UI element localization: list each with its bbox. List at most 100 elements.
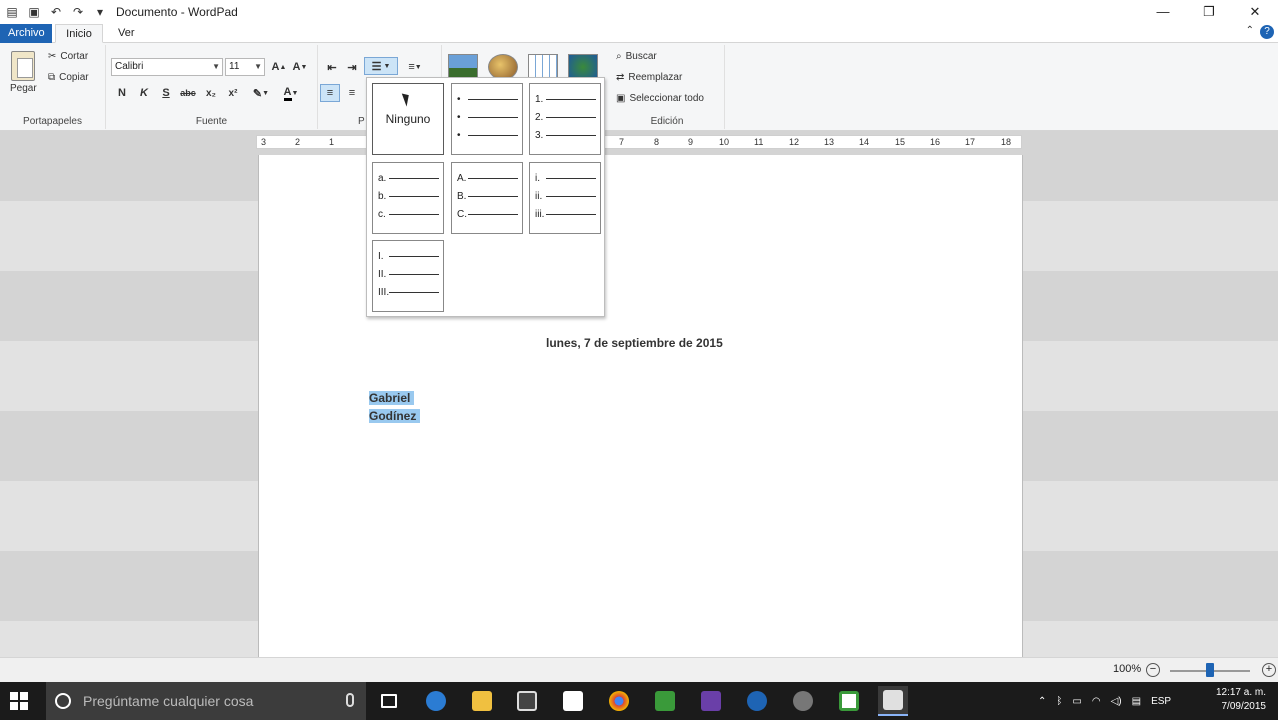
notifications-icon[interactable]: ▤ xyxy=(1132,696,1141,707)
align-left-icon[interactable]: ≡ xyxy=(320,84,340,102)
collapse-ribbon-icon[interactable]: ⌃ xyxy=(1246,25,1254,36)
tab-home[interactable]: Inicio xyxy=(55,24,103,43)
wordpad-taskbar-icon[interactable] xyxy=(878,686,908,716)
list-style-button[interactable]: ☰ ▼ xyxy=(364,57,398,75)
zoom-out-button[interactable]: − xyxy=(1146,663,1160,677)
edge-browser-icon[interactable] xyxy=(421,686,451,716)
store-icon[interactable] xyxy=(558,686,588,716)
paste-button[interactable]: Pegar xyxy=(10,51,37,94)
show-hidden-icons-icon[interactable]: ⌃ xyxy=(1038,696,1046,707)
shrink-font-button[interactable]: A ▼ xyxy=(290,58,310,76)
bluetooth-icon[interactable]: ᛒ xyxy=(1056,696,1062,707)
font-group: Calibri ▼ 11 ▼ A ▲ A ▼ N K S abc x₂ x² ✎ ▼ … xyxy=(106,45,318,129)
tab-view[interactable]: Ver xyxy=(110,24,143,43)
task-view-icon[interactable] xyxy=(374,686,404,716)
downloader-icon[interactable] xyxy=(742,686,772,716)
list-style-numbers[interactable]: 1. 2. 3. xyxy=(529,83,601,155)
save-icon[interactable]: ▣ xyxy=(26,4,42,20)
strikethrough-button[interactable]: abc xyxy=(178,84,198,102)
redo-icon[interactable]: ↷ xyxy=(70,4,86,20)
font-size-value: 11 xyxy=(229,61,240,72)
windows-start-icon[interactable] xyxy=(10,692,28,710)
highlight-color-button[interactable]: ✎ ▼ xyxy=(248,84,274,102)
document-date-text[interactable]: lunes, 7 de septiembre de 2015 xyxy=(546,336,723,350)
maximize-button[interactable]: ❐ xyxy=(1186,0,1232,23)
replace-icon: ⇄ xyxy=(616,72,625,83)
quick-access-toolbar: ▤ ▣ ↶ ↷ ▾ xyxy=(0,4,108,20)
bullet-list-icon: ☰ xyxy=(371,60,382,73)
undo-icon[interactable]: ↶ xyxy=(48,4,64,20)
title-bar: ▤ ▣ ↶ ↷ ▾ Documento - WordPad — ❐ ✕ xyxy=(0,0,1278,23)
highlighter-icon: ✎ xyxy=(252,87,263,100)
list-style-lower-alpha[interactable]: a. b. c. xyxy=(372,162,444,234)
font-family-value: Calibri xyxy=(115,61,144,72)
replace-button[interactable]: ⇄ Reemplazar xyxy=(616,72,682,83)
selected-text-line[interactable]: Godínez xyxy=(369,409,421,423)
zoom-slider-thumb[interactable] xyxy=(1206,663,1214,677)
selected-text-line[interactable]: Gabriel xyxy=(369,391,415,405)
paste-icon xyxy=(11,51,36,81)
font-color-icon: A xyxy=(283,86,292,101)
list-style-upper-roman[interactable]: I. II. III. xyxy=(372,240,444,312)
font-size-select[interactable]: 11 ▼ xyxy=(225,58,265,76)
volume-icon[interactable]: ◁) xyxy=(1111,696,1122,707)
camtasia-icon[interactable] xyxy=(650,686,680,716)
status-bar: 100% − + xyxy=(0,657,1278,682)
copy-button[interactable]: ⧉ Copiar xyxy=(48,72,89,83)
search-placeholder: Pregúntame cualquier cosa xyxy=(83,693,254,709)
help-icon[interactable]: ? xyxy=(1260,25,1274,39)
clock-time: 12:17 a. m. xyxy=(1215,687,1266,698)
ruler-tick: 14 xyxy=(859,137,870,147)
list-style-lower-roman[interactable]: i. ii. iii. xyxy=(529,162,601,234)
microphone-icon[interactable] xyxy=(346,693,354,707)
ruler-tick: 18 xyxy=(1001,137,1012,147)
customize-qat-icon[interactable]: ▾ xyxy=(92,4,108,20)
bold-button[interactable]: N xyxy=(112,84,132,102)
zoom-in-button[interactable]: + xyxy=(1262,663,1276,677)
taskbar-clock[interactable]: 12:17 a. m. 7/09/2015 xyxy=(1216,686,1266,714)
visual-studio-icon[interactable] xyxy=(696,686,726,716)
minimize-button[interactable]: — xyxy=(1140,0,1186,23)
select-all-label: Seleccionar todo xyxy=(629,93,704,104)
cortana-search-box[interactable]: Pregúntame cualquier cosa xyxy=(46,682,366,720)
font-group-label: Fuente xyxy=(195,116,228,127)
grow-font-button[interactable]: A ▲ xyxy=(269,58,289,76)
select-all-button[interactable]: ▣ Seleccionar todo xyxy=(616,93,704,104)
camtasia-recorder-icon[interactable] xyxy=(834,686,864,716)
taskbar: Pregúntame cualquier cosa ⌃ ᛒ ▭ ◠ ◁) ▤ E… xyxy=(0,682,1278,720)
media-player-icon[interactable] xyxy=(512,686,542,716)
underline-button[interactable]: S xyxy=(156,84,176,102)
scissors-icon: ✂ xyxy=(48,51,57,62)
subscript-button[interactable]: x₂ xyxy=(201,84,221,102)
wifi-icon[interactable]: ◠ xyxy=(1092,696,1101,707)
list-style-upper-alpha[interactable]: A. B. C. xyxy=(451,162,523,234)
ruler-tick: 15 xyxy=(895,137,906,147)
tab-file[interactable]: Archivo xyxy=(0,24,52,43)
download-manager-icon[interactable] xyxy=(788,686,818,716)
close-button[interactable]: ✕ xyxy=(1232,0,1278,23)
input-language[interactable]: ESP xyxy=(1151,696,1171,707)
ribbon-tabs: Archivo Inicio Ver ⌃ ? xyxy=(0,23,1278,43)
italic-button[interactable]: K xyxy=(134,84,154,102)
ruler-tick: 17 xyxy=(965,137,976,147)
battery-icon[interactable]: ▭ xyxy=(1072,696,1081,707)
zoom-level-label: 100% xyxy=(1113,663,1142,675)
paste-label: Pegar xyxy=(10,83,37,94)
list-style-bullets[interactable]: • • • xyxy=(451,83,523,155)
increase-indent-icon[interactable]: ⇥ xyxy=(342,58,362,76)
text-color-button[interactable]: A ▼ xyxy=(278,84,304,102)
find-button[interactable]: ⌕ Buscar xyxy=(616,51,657,62)
find-label: Buscar xyxy=(625,51,657,62)
file-explorer-icon[interactable] xyxy=(467,686,497,716)
chrome-browser-icon[interactable] xyxy=(604,686,634,716)
superscript-button[interactable]: x² xyxy=(223,84,243,102)
select-all-icon: ▣ xyxy=(616,93,626,104)
line-spacing-button[interactable]: ≡ ▼ xyxy=(402,58,428,76)
align-center-icon[interactable]: ≡ xyxy=(342,84,362,102)
font-family-select[interactable]: Calibri ▼ xyxy=(111,58,223,76)
cut-button[interactable]: ✂ Cortar xyxy=(48,51,88,62)
decrease-indent-icon[interactable]: ⇤ xyxy=(322,58,342,76)
wordpad-app-icon[interactable]: ▤ xyxy=(4,4,20,20)
clipboard-group: Pegar ✂ Cortar ⧉ Copiar Portapapeles xyxy=(0,45,106,129)
ruler-tick: 9 xyxy=(688,137,694,147)
